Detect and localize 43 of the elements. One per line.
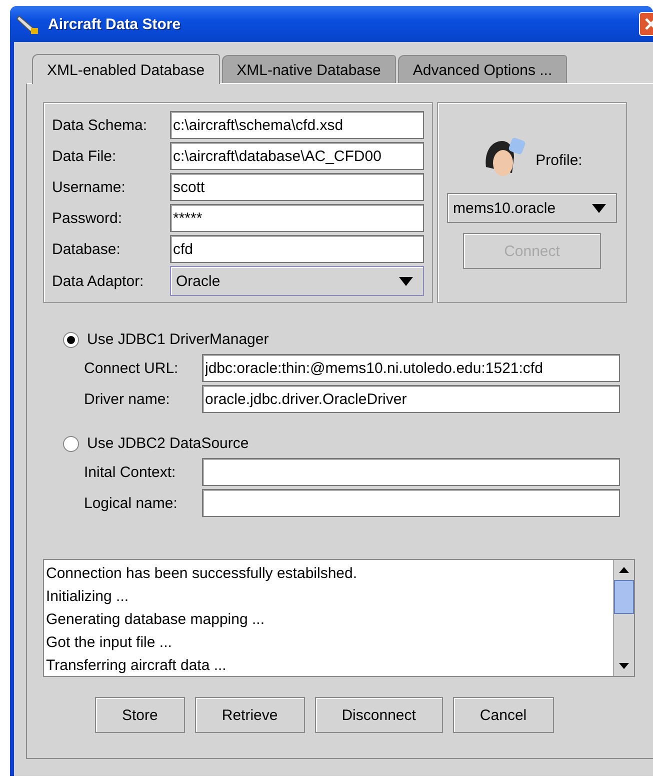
action-button[interactable]: Disconnect xyxy=(314,697,443,733)
field-label: Password: xyxy=(52,210,124,226)
log-line: Initializing ... xyxy=(46,587,130,607)
field-label: Username: xyxy=(52,178,126,196)
log-line: Got the input file ... xyxy=(46,633,173,653)
field-label: Data Schema: xyxy=(52,116,148,134)
pencil-icon xyxy=(16,13,40,35)
action-button[interactable]: Retrieve xyxy=(194,697,305,733)
action-button[interactable]: Store xyxy=(95,697,185,733)
input-field[interactable]: c:\aircraft\schema\cfd.xsd xyxy=(170,111,424,139)
field-label: Connect URL: xyxy=(84,360,180,376)
input-field[interactable]: jdbc:oracle:thin:@mems10.ni.utoledo.edu:1521:cfd xyxy=(202,354,620,382)
input-field[interactable]: ***** xyxy=(170,204,424,232)
input-field[interactable]: oracle.jdbc.driver.OracleDriver xyxy=(202,385,620,413)
log-line: Transferring aircraft data ... xyxy=(46,656,228,676)
radio-button[interactable] xyxy=(63,332,79,348)
field-label: Driver name: xyxy=(84,390,171,408)
input-field[interactable] xyxy=(202,458,620,486)
tab[interactable]: XML-native Database xyxy=(222,55,396,83)
radio-label: Use JDBC1 DriverManager xyxy=(87,331,269,348)
input-field[interactable]: c:\aircraft\database\AC_CFD00 xyxy=(170,142,424,170)
tab[interactable]: Advanced Options ... xyxy=(398,55,568,83)
adaptor-dropdown[interactable]: Oracle xyxy=(170,266,424,296)
caret-icon xyxy=(592,204,606,212)
action-button[interactable]: Cancel xyxy=(452,697,554,733)
input-field[interactable]: cfd xyxy=(170,235,424,263)
profile-dropdown[interactable]: mems10.oracle xyxy=(447,193,617,223)
field-label: Data Adaptor: xyxy=(52,272,145,290)
field-label: Database: xyxy=(52,240,122,258)
scrollbar[interactable] xyxy=(613,560,634,676)
log-line: Generating database mapping ... xyxy=(46,610,266,630)
tab[interactable]: XML-enabled Database xyxy=(32,54,220,84)
profile-label: Profile: xyxy=(536,152,582,168)
input-field[interactable] xyxy=(202,489,620,517)
field-label: Inital Context: xyxy=(84,464,177,480)
field-label: Logical name: xyxy=(84,494,178,512)
radio-button[interactable] xyxy=(63,436,79,452)
input-field[interactable]: scott xyxy=(170,173,424,201)
radio-label: Use JDBC2 DataSource xyxy=(87,435,249,452)
log-line: Connection has been successfully estabilshed. xyxy=(46,564,358,584)
window-title: Aircraft Data Store xyxy=(48,16,182,32)
field-label: Data File: xyxy=(52,148,118,164)
caret-icon xyxy=(399,276,413,286)
